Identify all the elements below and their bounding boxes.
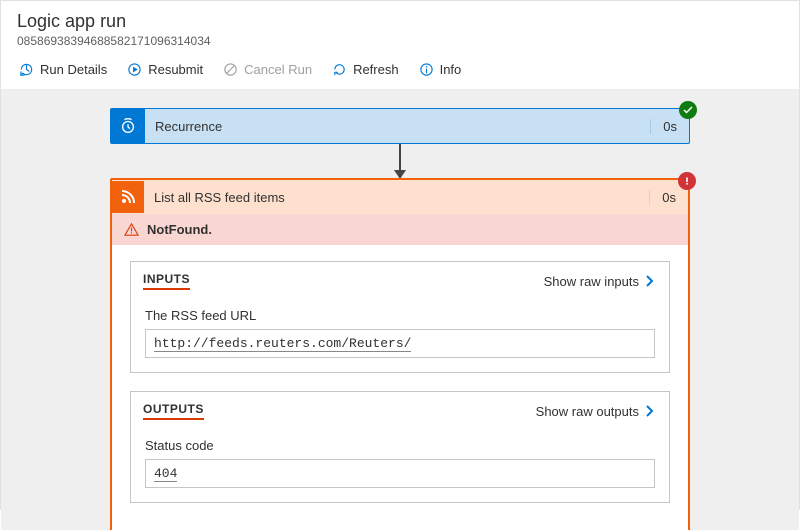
clock-icon xyxy=(111,109,145,143)
rss-title: List all RSS feed items xyxy=(144,190,649,205)
page-title: Logic app run xyxy=(17,11,783,32)
run-id: 08586938394688582171096314034 xyxy=(17,34,783,48)
cancel-run-button: Cancel Run xyxy=(215,58,320,81)
chevron-right-icon xyxy=(643,275,655,287)
show-raw-outputs-link[interactable]: Show raw outputs xyxy=(536,404,655,419)
refresh-button[interactable]: Refresh xyxy=(324,58,407,81)
flow-arrow xyxy=(399,144,401,178)
success-badge xyxy=(679,101,697,119)
error-text: NotFound. xyxy=(147,222,212,237)
error-row: NotFound. xyxy=(112,214,688,245)
designer-canvas: Recurrence 0s List all RSS feed items 0s… xyxy=(1,90,799,530)
status-code-label: Status code xyxy=(145,438,655,453)
rss-duration: 0s xyxy=(649,190,688,205)
recurrence-duration: 0s xyxy=(650,119,689,134)
cancel-icon xyxy=(223,62,238,77)
toolbar: Run Details Resubmit Cancel Run Refresh … xyxy=(1,54,799,90)
rss-url-label: The RSS feed URL xyxy=(145,308,655,323)
recurrence-title: Recurrence xyxy=(145,119,650,134)
resubmit-icon xyxy=(127,62,142,77)
rss-card[interactable]: List all RSS feed items 0s NotFound. INP… xyxy=(110,178,690,530)
rss-icon xyxy=(112,181,144,213)
show-raw-inputs-link[interactable]: Show raw inputs xyxy=(544,274,655,289)
recurrence-card[interactable]: Recurrence 0s xyxy=(110,108,690,144)
resubmit-button[interactable]: Resubmit xyxy=(119,58,211,81)
error-badge xyxy=(678,172,696,190)
run-details-button[interactable]: Run Details xyxy=(11,58,115,81)
chevron-right-icon xyxy=(643,405,655,417)
outputs-heading: OUTPUTS xyxy=(143,402,204,420)
inputs-heading: INPUTS xyxy=(143,272,190,290)
info-icon xyxy=(419,62,434,77)
refresh-icon xyxy=(332,62,347,77)
history-icon xyxy=(19,62,34,77)
inputs-box: INPUTS Show raw inputs The RSS feed URL … xyxy=(130,261,670,373)
rss-url-value: http://feeds.reuters.com/Reuters/ xyxy=(145,329,655,358)
status-code-value: 404 xyxy=(145,459,655,488)
page-header: Logic app run 08586938394688582171096314… xyxy=(1,1,799,54)
info-button[interactable]: Info xyxy=(411,58,470,81)
warning-icon xyxy=(124,222,139,237)
outputs-box: OUTPUTS Show raw outputs Status code 404 xyxy=(130,391,670,503)
